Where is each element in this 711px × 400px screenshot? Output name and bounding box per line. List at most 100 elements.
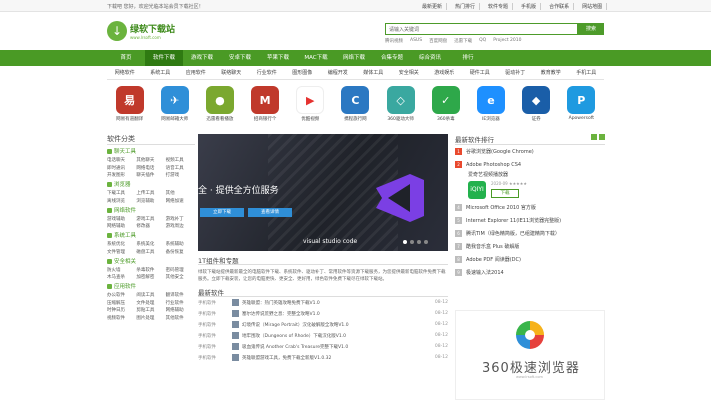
category-link[interactable]: 系统优化 xyxy=(107,241,136,247)
banner-download-button[interactable]: 立即下载 xyxy=(200,208,244,217)
app-item[interactable]: M 招商银行个 xyxy=(245,86,285,128)
category-link[interactable]: 离线浏览 xyxy=(107,198,136,204)
category-link[interactable]: 磁盘工具 xyxy=(136,249,165,255)
table-row[interactable]: 手机软件 吸血鬼传说 Another Crab's Treasure完整下载V1.… xyxy=(198,341,448,352)
subnav-item[interactable]: 手机工具 xyxy=(569,66,605,79)
category-link[interactable]: 语音工具 xyxy=(166,165,195,171)
subnav-item[interactable]: 教育教学 xyxy=(533,66,569,79)
app-item[interactable]: e IE浏览器 xyxy=(471,86,511,128)
category-link[interactable]: 电话聊天 xyxy=(107,157,136,163)
category-link[interactable]: 办公软件 xyxy=(107,292,136,298)
ranking-item[interactable]: 1 谷歌浏览器(Google Chrome) xyxy=(455,145,605,158)
nav-item[interactable]: MAC下载 xyxy=(297,50,335,66)
nav-item[interactable]: 综合资讯 xyxy=(411,50,449,66)
nav-item[interactable]: 软件下载 xyxy=(145,50,183,66)
nav-item[interactable]: 游戏下载 xyxy=(183,50,221,66)
banner-pager[interactable] xyxy=(403,240,428,244)
top-link[interactable]: 网站地图 xyxy=(578,3,608,10)
app-item[interactable]: ▶ 优酷视频 xyxy=(290,86,330,128)
category-link[interactable]: 下载工具 xyxy=(107,190,136,196)
rank-name[interactable]: Adobe PDF 阅读器(DC) xyxy=(466,256,521,263)
category-link[interactable]: 网络加速 xyxy=(166,198,195,204)
row-name[interactable]: 地牢围攻（Dungeons of Rhode）下载汉化版V1.0 xyxy=(242,333,430,339)
category-link[interactable]: 浏览辅助 xyxy=(136,198,165,204)
app-item[interactable]: ● 迅雷看看播放 xyxy=(200,86,240,128)
category-link[interactable]: 木马查杀 xyxy=(107,274,136,280)
table-row[interactable]: 手机软件 塞尔达传说荒野之息：完整全攻略V1.0 08-12 xyxy=(198,308,448,319)
category-link[interactable]: 系统美化 xyxy=(136,241,165,247)
category-link[interactable]: 网络辅助 xyxy=(107,223,136,229)
rank-name[interactable]: Adobe Photoshop CS4 xyxy=(466,162,521,168)
category-link[interactable]: 其他安全 xyxy=(166,274,195,280)
subnav-item[interactable]: 编程开发 xyxy=(320,66,356,79)
subnav-item[interactable]: 系统工具 xyxy=(143,66,179,79)
nav-item[interactable]: 安卓下载 xyxy=(221,50,259,66)
category-link[interactable]: 剪贴工具 xyxy=(136,307,165,313)
nav-item[interactable]: 网络下载 xyxy=(335,50,373,66)
category-link[interactable]: 其他聊天 xyxy=(136,157,165,163)
browser-ad[interactable]: 360极速浏览器 www.lrsoft.com xyxy=(455,310,605,400)
category-link[interactable]: 游戏补丁 xyxy=(166,216,195,222)
ranking-item[interactable]: 2 Adobe Photoshop CS4 xyxy=(455,158,605,171)
subnav-item[interactable]: 联络聊天 xyxy=(214,66,250,79)
category-link[interactable]: 即时通讯 xyxy=(107,165,136,171)
banner-details-button[interactable]: 查看详情 xyxy=(248,208,292,217)
ranking-item[interactable]: 7 酷我音乐盒 Plus 破解版 xyxy=(455,240,605,253)
row-name[interactable]: 英雄联盟游戏工具，免费下载全新版V1.0.32 xyxy=(242,355,430,361)
hot-search-link[interactable]: 迅雷下载 xyxy=(454,38,472,44)
ranking-item[interactable]: 9 极速输入法2014 xyxy=(455,266,605,279)
subnav-item[interactable]: 硬件工具 xyxy=(462,66,498,79)
category-name[interactable]: 应用软件 xyxy=(114,284,136,290)
category-name[interactable]: 浏览器 xyxy=(114,182,131,188)
category-link[interactable]: 翻译软件 xyxy=(166,292,195,298)
hot-search-link[interactable]: 百度网盘 xyxy=(429,38,447,44)
hot-search-link[interactable]: 腾讯视频 xyxy=(385,38,403,44)
category-link[interactable]: 密码管理 xyxy=(166,267,195,273)
featured-ranking-item[interactable]: 爱奇艺视频播放器 iQIYI 2020-09 ★★★★★ 下载 xyxy=(455,171,605,201)
subnav-item[interactable]: 行业软件 xyxy=(249,66,285,79)
row-name[interactable]: 英雄联盟：热门英雄攻略免费下载V1.0 xyxy=(242,300,430,306)
app-item[interactable]: 易网易有道翻译 xyxy=(110,86,150,128)
nav-item[interactable]: 首页 xyxy=(107,50,145,66)
category-link[interactable]: 系统辅助 xyxy=(166,241,195,247)
hot-search-link[interactable]: ASUS xyxy=(410,38,422,44)
rank-name[interactable]: 谷歌浏览器(Google Chrome) xyxy=(466,148,534,155)
row-category[interactable]: 手机软件 xyxy=(198,355,232,361)
row-category[interactable]: 手机软件 xyxy=(198,300,232,306)
category-link[interactable]: 备份恢复 xyxy=(166,249,195,255)
category-link[interactable]: 聊天插件 xyxy=(136,172,165,178)
app-item[interactable]: ✓ 360杀毒 xyxy=(426,86,466,128)
table-row[interactable]: 手机软件 幻境传说（Mirage Portrait）汉化破解版全攻略V1.0 08-… xyxy=(198,319,448,330)
app-item[interactable]: ◆ 证券 xyxy=(516,86,556,128)
app-item[interactable]: ◇ 360驱动大师 xyxy=(381,86,421,128)
app-item[interactable]: P Apowersoft xyxy=(561,86,601,128)
category-link[interactable]: 网络辅助 xyxy=(166,307,195,313)
category-link[interactable]: 文件处理 xyxy=(136,300,165,306)
category-link[interactable]: 网络电话 xyxy=(136,165,165,171)
pager-dot[interactable] xyxy=(424,240,428,244)
category-link[interactable]: 视频软件 xyxy=(107,315,136,321)
subnav-item[interactable]: 媒体工具 xyxy=(356,66,392,79)
category-name[interactable]: 系统工具 xyxy=(114,233,136,239)
category-link[interactable]: 压缩解压 xyxy=(107,300,136,306)
hero-banner[interactable]: 全 · 提供全方位服务 立即下载 查看详情 visual studio code xyxy=(198,134,448,251)
category-link[interactable]: 视频工具 xyxy=(166,157,195,163)
category-link[interactable]: 加密解密 xyxy=(136,274,165,280)
next-arrow-icon[interactable] xyxy=(599,134,605,140)
search-button[interactable]: 搜索 xyxy=(578,23,604,35)
rank-name[interactable]: Microsoft Office 2010 官方版 xyxy=(466,204,536,211)
category-link[interactable]: 阅读工具 xyxy=(136,292,165,298)
category-name[interactable]: 安全相关 xyxy=(114,259,136,265)
top-link[interactable]: 热门排行 xyxy=(451,3,481,10)
category-name[interactable]: 聊天工具 xyxy=(114,149,136,155)
ranking-item[interactable]: 6 腾讯TIM（绿色精简版，已组建精简下载） xyxy=(455,227,605,240)
table-row[interactable]: 手机软件 英雄联盟游戏工具，免费下载全新版V1.0.32 08-12 xyxy=(198,352,448,363)
hot-search-link[interactable]: Project 2010 xyxy=(493,38,521,44)
category-link[interactable]: 游戏工具 xyxy=(136,216,165,222)
rank-name[interactable]: 极速输入法2014 xyxy=(466,269,504,276)
nav-item[interactable]: 苹果下载 xyxy=(259,50,297,66)
featured-name[interactable]: 爱奇艺视频播放器 xyxy=(468,171,508,178)
rank-name[interactable]: 酷我音乐盒 Plus 破解版 xyxy=(466,243,519,250)
row-category[interactable]: 手机软件 xyxy=(198,344,232,350)
top-link[interactable]: 软件专题 xyxy=(484,3,514,10)
